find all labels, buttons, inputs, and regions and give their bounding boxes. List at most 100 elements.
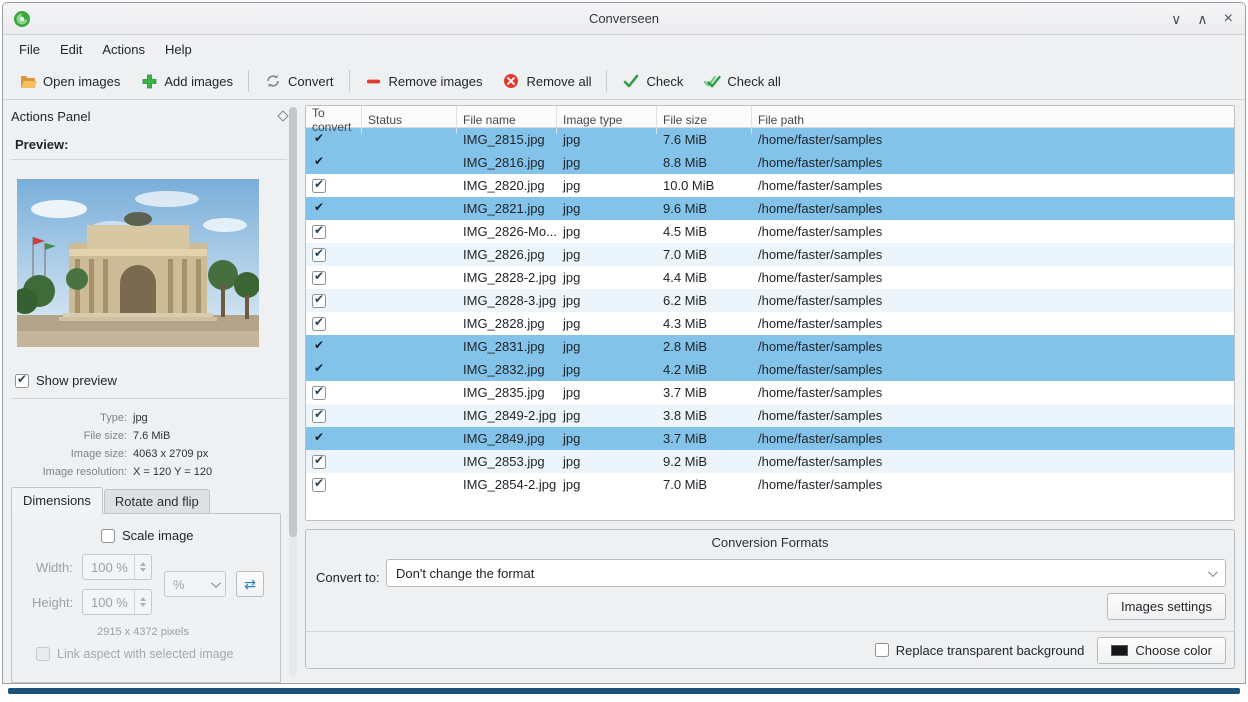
- row-checkbox[interactable]: ✔: [312, 340, 326, 354]
- scale-image-box[interactable]: ✔: [101, 529, 115, 543]
- cell-file-path: /home/faster/samples: [752, 454, 1234, 469]
- height-spinbox[interactable]: 100 %: [82, 589, 152, 615]
- scrollbar-thumb[interactable]: [289, 107, 297, 537]
- menu-file[interactable]: File: [9, 38, 50, 61]
- table-row[interactable]: ✔ IMG_2821.jpg jpg 9.6 MiB /home/faster/…: [306, 197, 1234, 220]
- table-row[interactable]: ✔ IMG_2854-2.jpg jpg 7.0 MiB /home/faste…: [306, 473, 1234, 496]
- remove-images-button[interactable]: Remove images: [355, 67, 493, 95]
- replace-background-box[interactable]: [875, 643, 889, 657]
- separator: [11, 398, 287, 399]
- col-file-name[interactable]: File name: [457, 106, 557, 134]
- table-row[interactable]: ✔ IMG_2820.jpg jpg 10.0 MiB /home/faster…: [306, 174, 1234, 197]
- row-checkbox[interactable]: ✔: [312, 317, 326, 331]
- link-aspect-box[interactable]: [36, 647, 50, 661]
- maximize-button[interactable]: ∧: [1197, 12, 1207, 26]
- cell-file-name: IMG_2826.jpg: [457, 247, 557, 262]
- panel-scrollbar[interactable]: [289, 107, 297, 677]
- title-bar: Converseen ∨ ∧ ×: [3, 3, 1245, 35]
- reset-size-button[interactable]: ⇄: [236, 571, 264, 597]
- cell-file-path: /home/faster/samples: [752, 201, 1234, 216]
- spin-down-icon[interactable]: [140, 603, 146, 607]
- spin-up-icon[interactable]: [140, 562, 146, 566]
- check-mark-icon: ✔: [314, 316, 324, 330]
- minimize-button[interactable]: ∨: [1171, 12, 1181, 26]
- col-file-path[interactable]: File path: [752, 106, 1234, 134]
- unit-dropdown[interactable]: %: [164, 571, 226, 597]
- table-row[interactable]: ✔ IMG_2828-3.jpg jpg 6.2 MiB /home/faste…: [306, 289, 1234, 312]
- show-preview-checkbox[interactable]: ✔ Show preview: [15, 373, 117, 388]
- tab-dimensions[interactable]: Dimensions: [11, 487, 103, 514]
- conversion-formats-group: Conversion Formats Convert to: Don't cha…: [305, 529, 1235, 669]
- check-all-label: Check all: [727, 74, 780, 89]
- row-checkbox[interactable]: ✔: [312, 225, 326, 239]
- width-spinbox[interactable]: 100 %: [82, 554, 152, 580]
- col-status[interactable]: Status: [362, 106, 457, 134]
- table-row[interactable]: ✔ IMG_2826.jpg jpg 7.0 MiB /home/faster/…: [306, 243, 1234, 266]
- row-checkbox[interactable]: ✔: [312, 409, 326, 423]
- check-mark-icon: ✔: [314, 431, 324, 445]
- menu-edit[interactable]: Edit: [50, 38, 92, 61]
- add-images-button[interactable]: Add images: [130, 67, 243, 95]
- cell-file-name: IMG_2835.jpg: [457, 385, 557, 400]
- images-settings-button[interactable]: Images settings: [1107, 593, 1226, 620]
- tab-rotate-and-flip[interactable]: Rotate and flip: [104, 489, 210, 514]
- row-checkbox[interactable]: ✔: [312, 386, 326, 400]
- cell-file-name: IMG_2828.jpg: [457, 316, 557, 331]
- table-row[interactable]: ✔ IMG_2832.jpg jpg 4.2 MiB /home/faster/…: [306, 358, 1234, 381]
- check-button[interactable]: Check: [612, 67, 693, 95]
- row-checkbox[interactable]: ✔: [312, 179, 326, 193]
- col-image-type[interactable]: Image type: [557, 106, 657, 134]
- table-row[interactable]: ✔ IMG_2853.jpg jpg 9.2 MiB /home/faster/…: [306, 450, 1234, 473]
- scale-image-checkbox[interactable]: ✔ Scale image: [101, 528, 194, 543]
- table-row[interactable]: ✔ IMG_2816.jpg jpg 8.8 MiB /home/faster/…: [306, 151, 1234, 174]
- row-checkbox[interactable]: ✔: [312, 432, 326, 446]
- width-value: 100 %: [83, 560, 134, 575]
- col-file-size[interactable]: File size: [657, 106, 752, 134]
- screen-edge-accent: [8, 688, 1240, 694]
- row-checkbox[interactable]: ✔: [312, 455, 326, 469]
- float-panel-button[interactable]: [277, 110, 288, 121]
- cell-image-type: jpg: [557, 454, 657, 469]
- menu-actions[interactable]: Actions: [92, 38, 155, 61]
- row-checkbox[interactable]: ✔: [312, 248, 326, 262]
- table-row[interactable]: ✔ IMG_2849.jpg jpg 3.7 MiB /home/faster/…: [306, 427, 1234, 450]
- cell-file-size: 2.8 MiB: [657, 339, 752, 354]
- menu-help[interactable]: Help: [155, 38, 202, 61]
- row-checkbox[interactable]: ✔: [312, 478, 326, 492]
- table-row[interactable]: ✔ IMG_2828-2.jpg jpg 4.4 MiB /home/faste…: [306, 266, 1234, 289]
- table-row[interactable]: ✔ IMG_2831.jpg jpg 2.8 MiB /home/faster/…: [306, 335, 1234, 358]
- check-mark-icon: ✔: [17, 372, 27, 386]
- table-row[interactable]: ✔ IMG_2849-2.jpg jpg 3.8 MiB /home/faste…: [306, 404, 1234, 427]
- replace-background-label: Replace transparent background: [896, 643, 1085, 658]
- table-row[interactable]: ✔ IMG_2828.jpg jpg 4.3 MiB /home/faster/…: [306, 312, 1234, 335]
- row-checkbox[interactable]: ✔: [312, 294, 326, 308]
- row-checkbox[interactable]: ✔: [312, 133, 326, 147]
- image-resolution-value: X = 120 Y = 120: [133, 466, 212, 478]
- cell-image-type: jpg: [557, 247, 657, 262]
- chevron-down-icon: [211, 578, 221, 588]
- preview-image: [17, 179, 259, 347]
- table-row[interactable]: ✔ IMG_2835.jpg jpg 3.7 MiB /home/faster/…: [306, 381, 1234, 404]
- row-checkbox[interactable]: ✔: [312, 202, 326, 216]
- row-checkbox[interactable]: ✔: [312, 156, 326, 170]
- cell-file-name: IMG_2816.jpg: [457, 155, 557, 170]
- table-row[interactable]: ✔ IMG_2826-Mo... jpg 4.5 MiB /home/faste…: [306, 220, 1234, 243]
- check-all-button[interactable]: Check all: [693, 67, 790, 95]
- add-images-label: Add images: [164, 74, 233, 89]
- open-images-button[interactable]: Open images: [9, 67, 130, 95]
- check-mark-icon: ✔: [314, 454, 324, 468]
- choose-color-button[interactable]: Choose color: [1097, 637, 1226, 664]
- convert-button[interactable]: Convert: [254, 67, 344, 95]
- show-preview-box[interactable]: ✔: [15, 374, 29, 388]
- remove-all-button[interactable]: Remove all: [492, 67, 601, 95]
- spin-up-icon[interactable]: [140, 597, 146, 601]
- col-to-convert[interactable]: To convert: [306, 106, 362, 134]
- close-button[interactable]: ×: [1224, 11, 1233, 27]
- format-dropdown[interactable]: Don't change the format: [386, 559, 1226, 587]
- spin-down-icon[interactable]: [140, 568, 146, 572]
- replace-background-checkbox[interactable]: Replace transparent background: [875, 643, 1085, 658]
- link-aspect-checkbox[interactable]: Link aspect with selected image: [36, 647, 233, 661]
- row-checkbox[interactable]: ✔: [312, 363, 326, 377]
- check-mark-icon: ✔: [314, 385, 324, 399]
- row-checkbox[interactable]: ✔: [312, 271, 326, 285]
